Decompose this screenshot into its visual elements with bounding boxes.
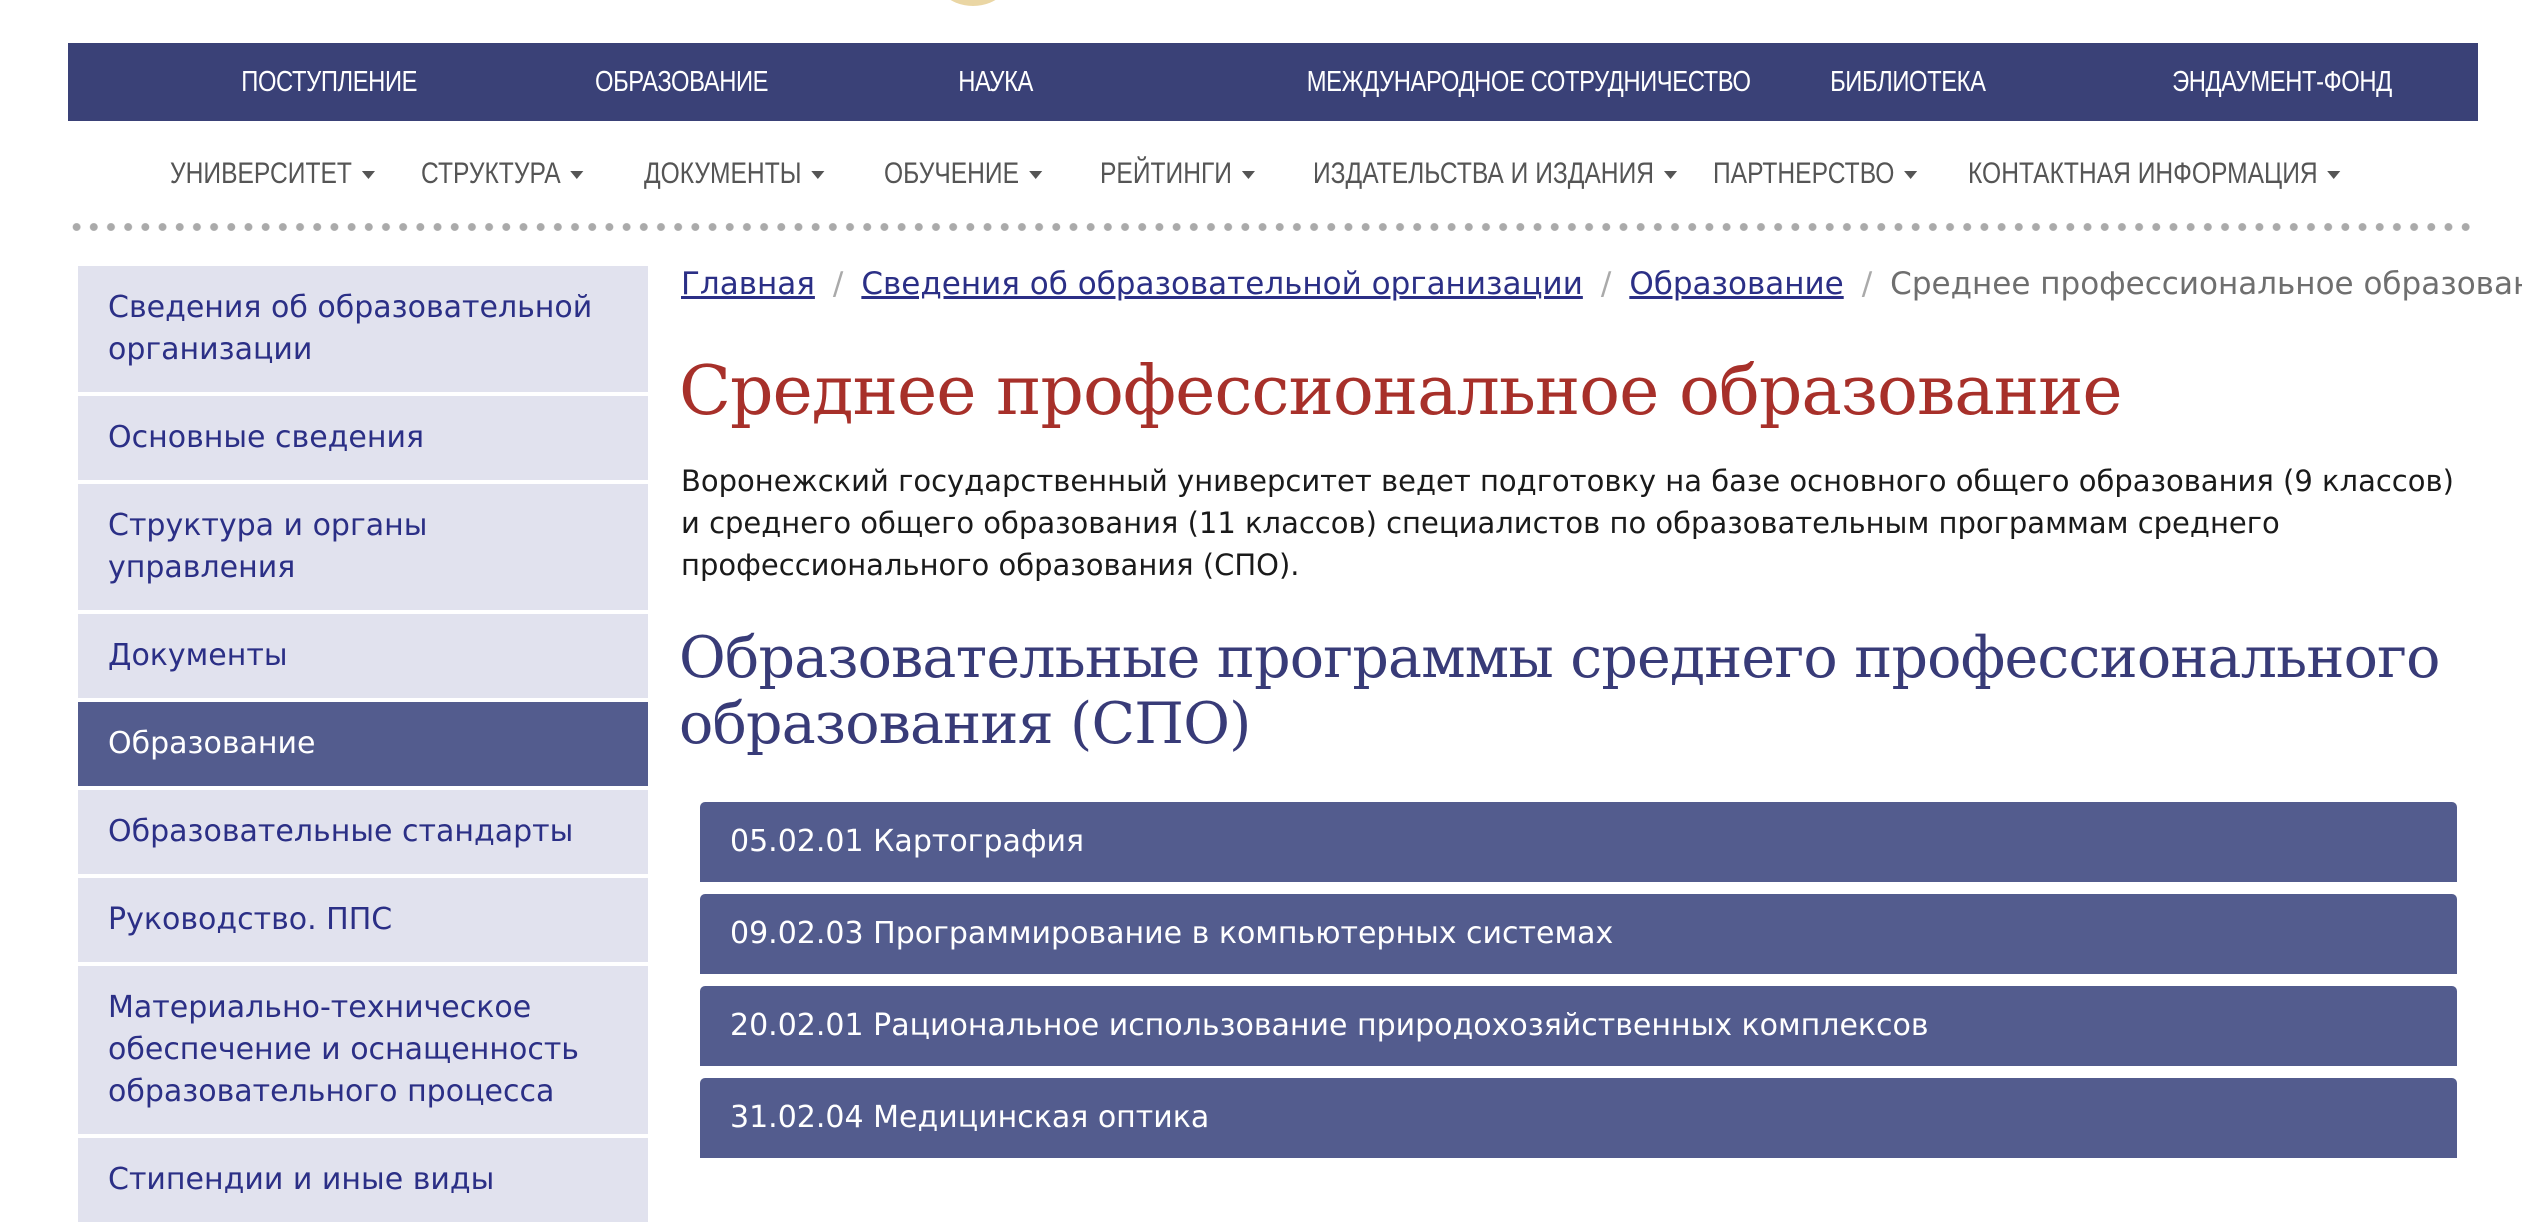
- sidebar-item-scholarships[interactable]: Стипендии и иные виды: [78, 1138, 648, 1222]
- topnav-item-education[interactable]: ОБРАЗОВАНИЕ: [595, 43, 769, 121]
- subnav-item-structure[interactable]: СТРУКТУРА: [421, 152, 584, 196]
- breadcrumb-current: Среднее профессиональное образование: [1890, 266, 2522, 302]
- topnav-item-library[interactable]: БИБЛИОТЕКА: [1830, 43, 1986, 121]
- breadcrumb-separator: /: [832, 266, 844, 302]
- program-item-medical-optics[interactable]: 31.02.04 Медицинская оптика: [700, 1078, 2457, 1158]
- sidebar-item-structure[interactable]: Структура и органы управления: [78, 484, 648, 610]
- subnav-item-documents[interactable]: ДОКУМЕНТЫ: [644, 152, 825, 196]
- subnav-item-learning[interactable]: ОБУЧЕНИЕ: [884, 152, 1042, 196]
- program-item-cartography[interactable]: 05.02.01 Картография: [700, 802, 2457, 882]
- subnav-label: ОБУЧЕНИЕ: [884, 157, 1020, 190]
- caret-down-icon: [2327, 171, 2341, 180]
- caret-down-icon: [1904, 171, 1918, 180]
- sidebar-item-facilities[interactable]: Материально-техническое обеспечение и ос…: [78, 966, 648, 1134]
- subnav-item-partnership[interactable]: ПАРТНЕРСТВО: [1713, 152, 1918, 196]
- subnav-label: ИЗДАТЕЛЬСТВА И ИЗДАНИЯ: [1313, 157, 1655, 190]
- sidebar-item-documents[interactable]: Документы: [78, 614, 648, 698]
- subnav-label: СТРУКТУРА: [421, 157, 561, 190]
- page-title: Среднее профессиональное образование: [679, 352, 2123, 431]
- breadcrumb-link-org-info[interactable]: Сведения об образовательной организации: [861, 266, 1583, 302]
- subnav-item-contacts[interactable]: КОНТАКТНАЯ ИНФОРМАЦИЯ: [1968, 152, 2341, 196]
- sidebar-item-basic-info[interactable]: Основные сведения: [78, 396, 648, 480]
- subnav-item-publishing[interactable]: ИЗДАТЕЛЬСТВА И ИЗДАНИЯ: [1313, 152, 1677, 196]
- breadcrumb-separator: /: [1861, 266, 1873, 302]
- sidebar-item-education[interactable]: Образование: [78, 702, 648, 786]
- subnav-label: КОНТАКТНАЯ ИНФОРМАЦИЯ: [1968, 157, 2318, 190]
- caret-down-icon: [1241, 171, 1255, 180]
- topnav-item-endowment[interactable]: ЭНДАУМЕНТ-ФОНД: [2172, 43, 2392, 121]
- breadcrumb: Главная / Сведения об образовательной орга…: [681, 262, 2522, 306]
- caret-down-icon: [570, 171, 584, 180]
- caret-down-icon: [1663, 171, 1677, 180]
- program-item-nature-management[interactable]: 20.02.01 Рациональное использование прир…: [700, 986, 2457, 1066]
- subnav-item-ratings[interactable]: РЕЙТИНГИ: [1100, 152, 1255, 196]
- breadcrumb-link-home[interactable]: Главная: [681, 266, 815, 302]
- intro-paragraph: Воронежский государственный университет …: [681, 464, 2454, 582]
- topnav-item-science[interactable]: НАУКА: [958, 43, 1033, 121]
- programs-list: 05.02.01 Картография 09.02.03 Программир…: [700, 802, 2457, 1170]
- university-logo: [928, 0, 1018, 6]
- dotted-divider: [68, 222, 2478, 232]
- subnav-label: УНИВЕРСИТЕТ: [170, 157, 352, 190]
- subnav-label: ДОКУМЕНТЫ: [644, 157, 802, 190]
- topnav-item-admission[interactable]: ПОСТУПЛЕНИЕ: [241, 43, 417, 121]
- subnav-label: ПАРТНЕРСТВО: [1713, 157, 1895, 190]
- sidebar-item-staff[interactable]: Руководство. ППС: [78, 878, 648, 962]
- caret-down-icon: [811, 171, 825, 180]
- sidebar: Сведения об образовательной организации …: [78, 266, 648, 1226]
- sidebar-item-standards[interactable]: Образовательные стандарты: [78, 790, 648, 874]
- subnav-label: РЕЙТИНГИ: [1100, 157, 1232, 190]
- program-item-programming[interactable]: 09.02.03 Программирование в компьютерных…: [700, 894, 2457, 974]
- caret-down-icon: [361, 171, 375, 180]
- sidebar-item-org-info[interactable]: Сведения об образовательной организации: [78, 266, 648, 392]
- top-navigation: ПОСТУПЛЕНИЕ ОБРАЗОВАНИЕ НАУКА МЕЖДУНАРОД…: [68, 43, 2478, 121]
- breadcrumb-separator: /: [1600, 266, 1612, 302]
- breadcrumb-link-education[interactable]: Образование: [1629, 266, 1843, 302]
- subnav-item-university[interactable]: УНИВЕРСИТЕТ: [170, 152, 375, 196]
- section-title: Образовательные программы среднего профе…: [679, 625, 2440, 757]
- caret-down-icon: [1028, 171, 1042, 180]
- topnav-item-international[interactable]: МЕЖДУНАРОДНОЕ СОТРУДНИЧЕСТВО: [1307, 43, 1751, 121]
